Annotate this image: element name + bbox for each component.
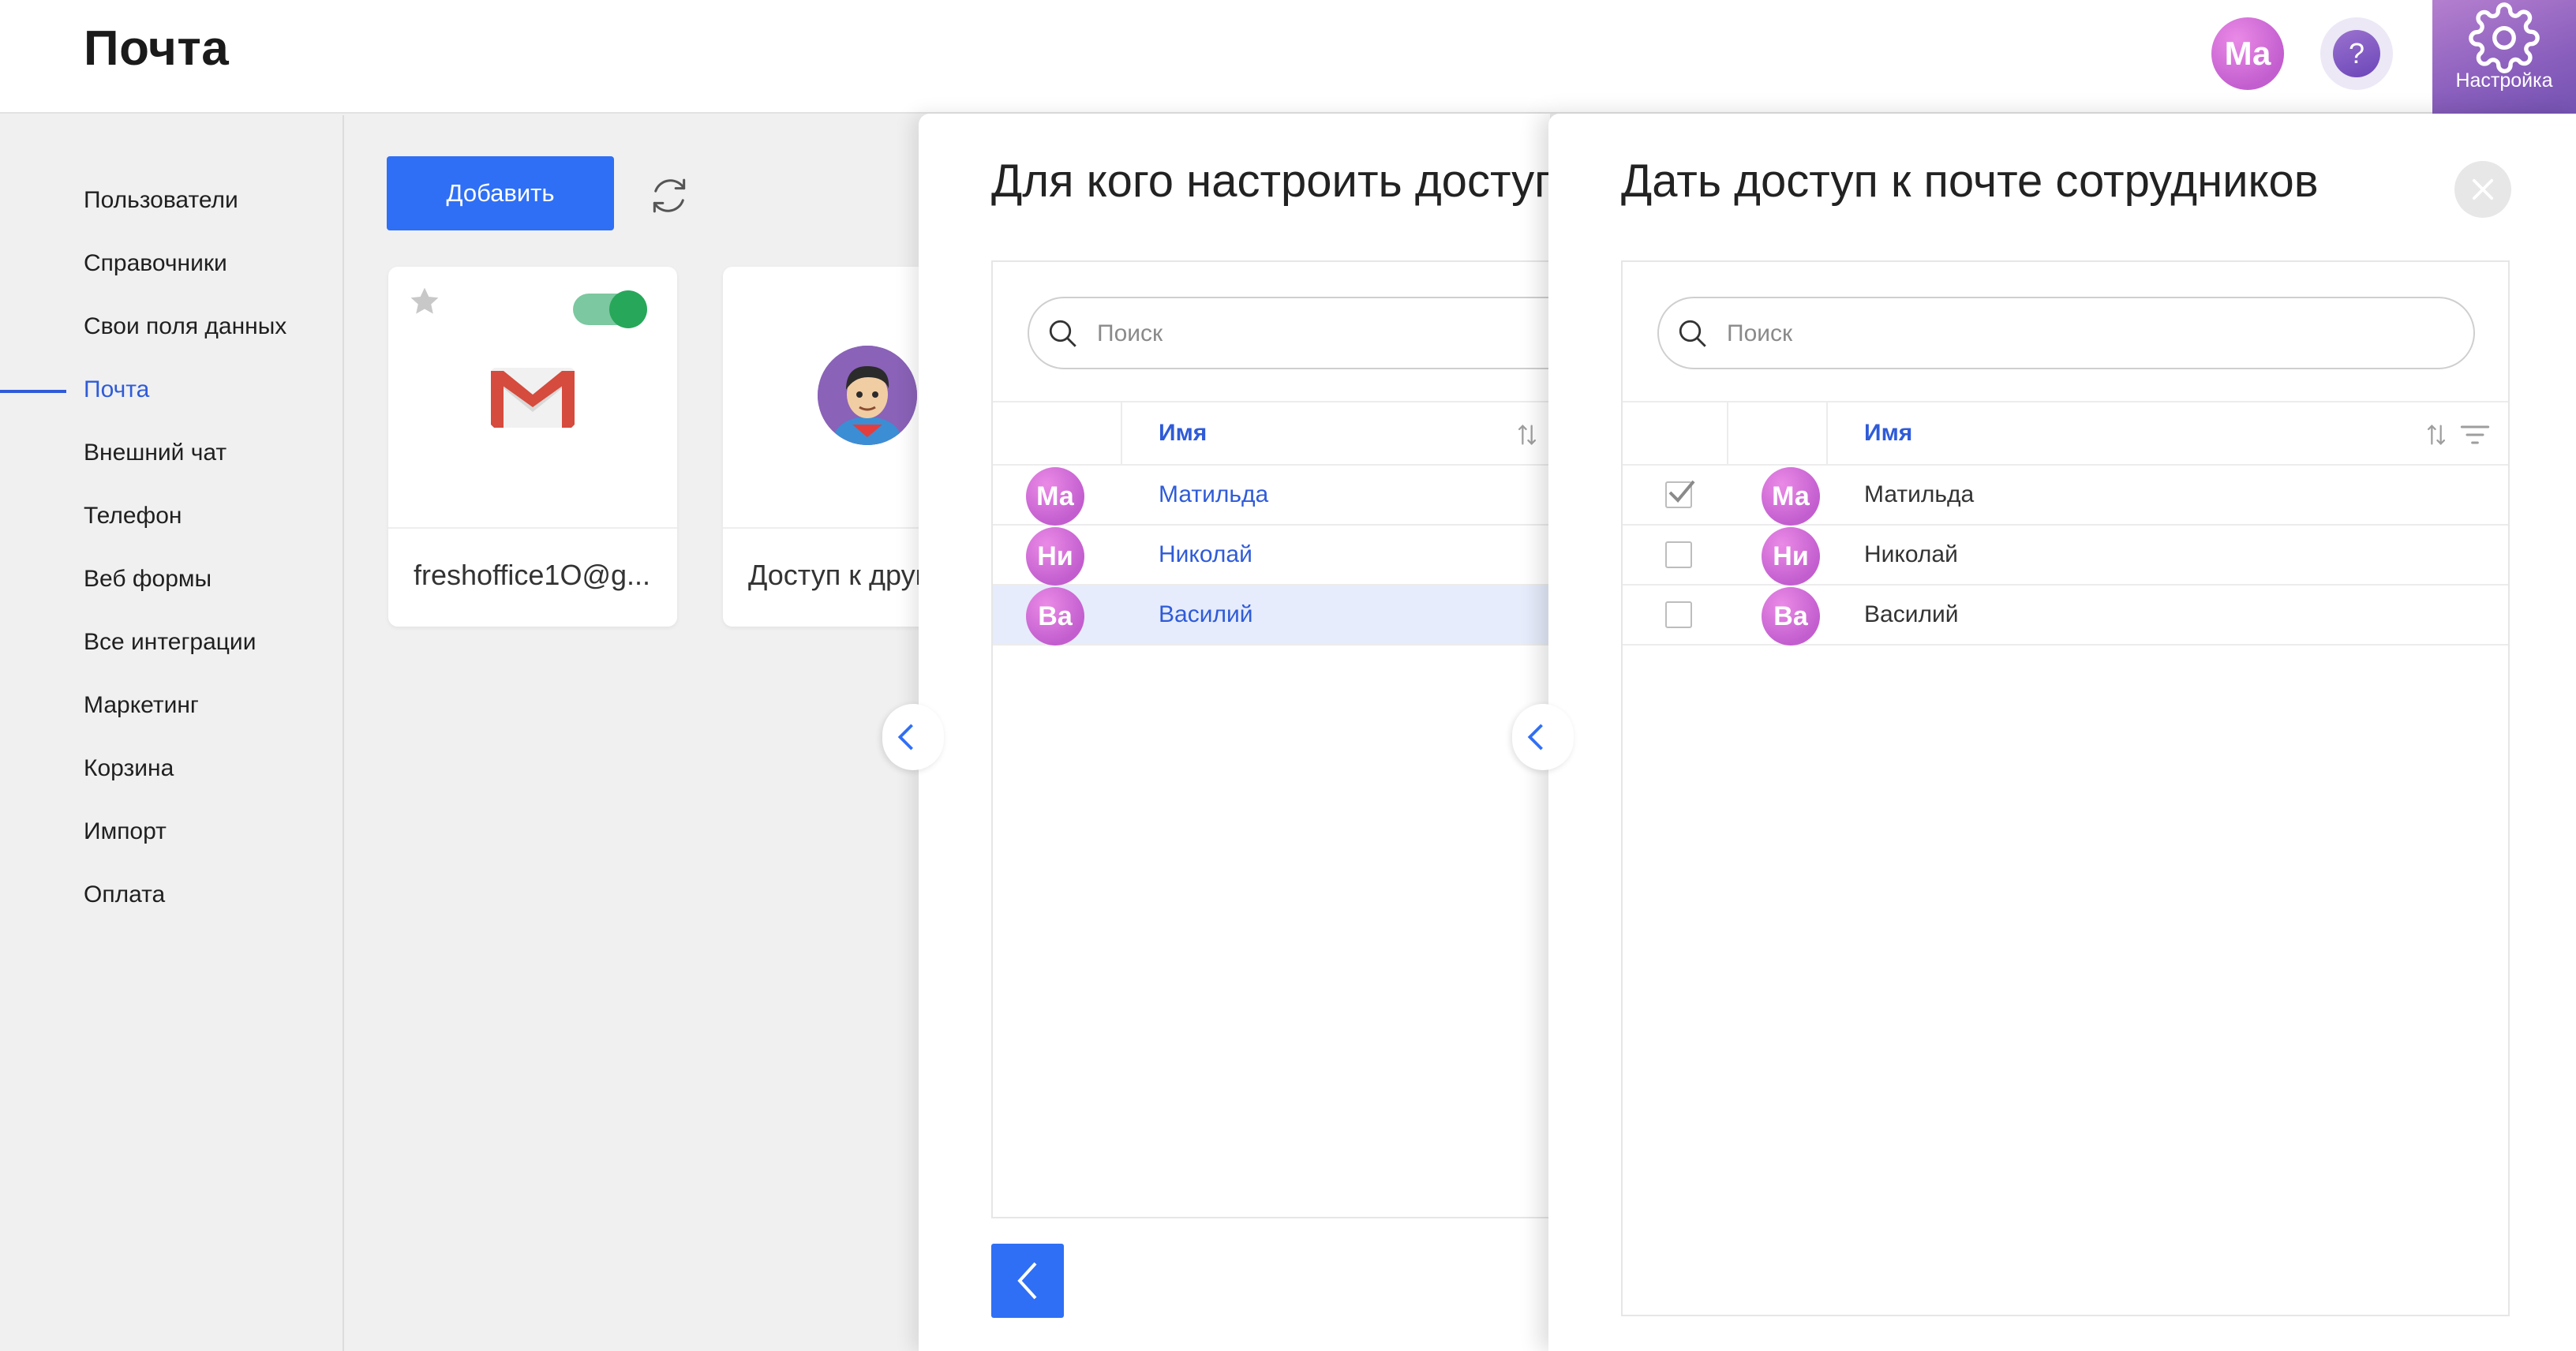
sidebar-item-custom-fields[interactable]: Свои поля данных bbox=[84, 311, 286, 342]
close-icon bbox=[2472, 178, 2494, 200]
table-row[interactable]: Ни Николай bbox=[1623, 526, 2508, 586]
target-users-list: Имя Ма Матильда Ни Николай Ва Василий bbox=[991, 260, 1550, 1218]
column-separator bbox=[1121, 402, 1122, 464]
settings-label: Настройка bbox=[2455, 69, 2553, 92]
table-row-selected[interactable]: Ва Василий bbox=[993, 586, 1550, 646]
column-separator bbox=[1727, 402, 1728, 464]
row-checkbox[interactable] bbox=[1665, 480, 1695, 508]
chevron-left-icon bbox=[1017, 1262, 1037, 1300]
table-header: Имя bbox=[1623, 401, 2508, 466]
filter-icon[interactable] bbox=[2459, 421, 2491, 448]
user-name: Василий bbox=[1864, 601, 1959, 627]
avatar: Ни bbox=[1026, 527, 1084, 586]
sidebar-item-phone[interactable]: Телефон bbox=[84, 500, 182, 532]
checkmark-icon bbox=[1668, 480, 1695, 503]
row-checkbox[interactable] bbox=[1665, 541, 1692, 568]
avatar: Ма bbox=[1026, 467, 1084, 526]
sidebar-item-payment[interactable]: Оплата bbox=[84, 879, 165, 911]
avatar: Ма bbox=[1762, 467, 1820, 526]
user-photo-icon bbox=[818, 346, 917, 445]
user-name: Матильда bbox=[1864, 481, 1975, 507]
panel-title: Дать доступ к почте сотрудников bbox=[1621, 155, 2319, 207]
sidebar-item-trash[interactable]: Корзина bbox=[84, 753, 174, 784]
sort-icon[interactable] bbox=[2423, 421, 2450, 448]
sidebar-item-directories[interactable]: Справочники bbox=[84, 248, 227, 279]
user-name-link[interactable]: Николай bbox=[1159, 541, 1252, 568]
avatar: Ни bbox=[1762, 527, 1820, 586]
gear-icon bbox=[2469, 2, 2540, 73]
table-header: Имя bbox=[993, 401, 1550, 466]
sidebar: Пользователи Справочники Свои поля данны… bbox=[0, 115, 344, 1351]
table-row[interactable]: Ма Матильда bbox=[1623, 466, 2508, 526]
search-box[interactable] bbox=[1657, 297, 2475, 369]
table-row[interactable]: Ма Матильда bbox=[993, 466, 1550, 526]
close-button[interactable] bbox=[2454, 161, 2511, 218]
mailbox-toggle[interactable] bbox=[573, 290, 647, 328]
mailbox-card[interactable]: freshoffice1O@g... bbox=[388, 267, 677, 627]
sidebar-item-marketing[interactable]: Маркетинг bbox=[84, 690, 199, 721]
user-name: Николай bbox=[1864, 541, 1958, 567]
sidebar-item-users[interactable]: Пользователи bbox=[84, 185, 238, 216]
target-users-panel: Для кого настроить доступ Имя Ма Матильд… bbox=[919, 114, 1550, 1351]
table-row[interactable]: Ни Николай bbox=[993, 526, 1550, 586]
help-button[interactable]: ? bbox=[2320, 17, 2393, 90]
sort-icon[interactable] bbox=[1514, 421, 1541, 448]
page-title: Почта bbox=[84, 21, 230, 76]
mailbox-title: freshoffice1O@g... bbox=[414, 559, 651, 591]
add-button[interactable]: Добавить bbox=[387, 156, 614, 230]
column-header-name[interactable]: Имя bbox=[1159, 420, 1207, 447]
app-header: Почта Ма ? Настройка bbox=[0, 0, 2576, 114]
panel-title: Для кого настроить доступ bbox=[991, 155, 1550, 207]
active-nav-marker bbox=[0, 390, 66, 393]
row-checkbox[interactable] bbox=[1665, 601, 1692, 628]
sidebar-item-web-forms[interactable]: Веб формы bbox=[84, 563, 212, 595]
question-icon: ? bbox=[2333, 30, 2380, 77]
grant-access-panel: Дать доступ к почте сотрудников Имя bbox=[1548, 114, 2576, 1351]
column-header-name[interactable]: Имя bbox=[1864, 420, 1912, 447]
search-icon bbox=[1049, 320, 1076, 347]
toggle-knob bbox=[609, 290, 647, 328]
sidebar-item-integrations[interactable]: Все интеграции bbox=[84, 627, 256, 658]
back-button[interactable] bbox=[991, 1244, 1064, 1318]
user-name-link[interactable]: Матильда bbox=[1159, 481, 1268, 508]
settings-button[interactable]: Настройка bbox=[2432, 0, 2576, 114]
search-box[interactable] bbox=[1028, 297, 1550, 369]
refresh-icon[interactable] bbox=[647, 174, 691, 218]
search-icon bbox=[1679, 320, 1706, 347]
sidebar-item-import[interactable]: Импорт bbox=[84, 816, 167, 848]
chevron-left-icon bbox=[897, 724, 913, 750]
search-input[interactable] bbox=[1097, 312, 1550, 355]
chevron-left-icon bbox=[1527, 724, 1543, 750]
sidebar-item-mail[interactable]: Почта bbox=[84, 374, 149, 406]
star-icon[interactable] bbox=[407, 284, 442, 319]
table-row[interactable]: Ва Василий bbox=[1623, 586, 2508, 646]
collapse-panel-button[interactable] bbox=[882, 704, 944, 770]
collapse-panel-button[interactable] bbox=[1512, 704, 1574, 770]
employee-list: Имя Ма Матильда Ни Николай bbox=[1621, 260, 2510, 1316]
card-divider bbox=[388, 527, 677, 529]
column-separator bbox=[1826, 402, 1828, 464]
user-name-link[interactable]: Василий bbox=[1159, 601, 1252, 628]
sidebar-item-external-chat[interactable]: Внешний чат bbox=[84, 437, 227, 469]
avatar: Ва bbox=[1762, 587, 1820, 646]
search-input[interactable] bbox=[1727, 312, 2379, 355]
avatar: Ва bbox=[1026, 587, 1084, 646]
gmail-icon bbox=[491, 368, 575, 428]
user-avatar[interactable]: Ма bbox=[2211, 17, 2284, 90]
